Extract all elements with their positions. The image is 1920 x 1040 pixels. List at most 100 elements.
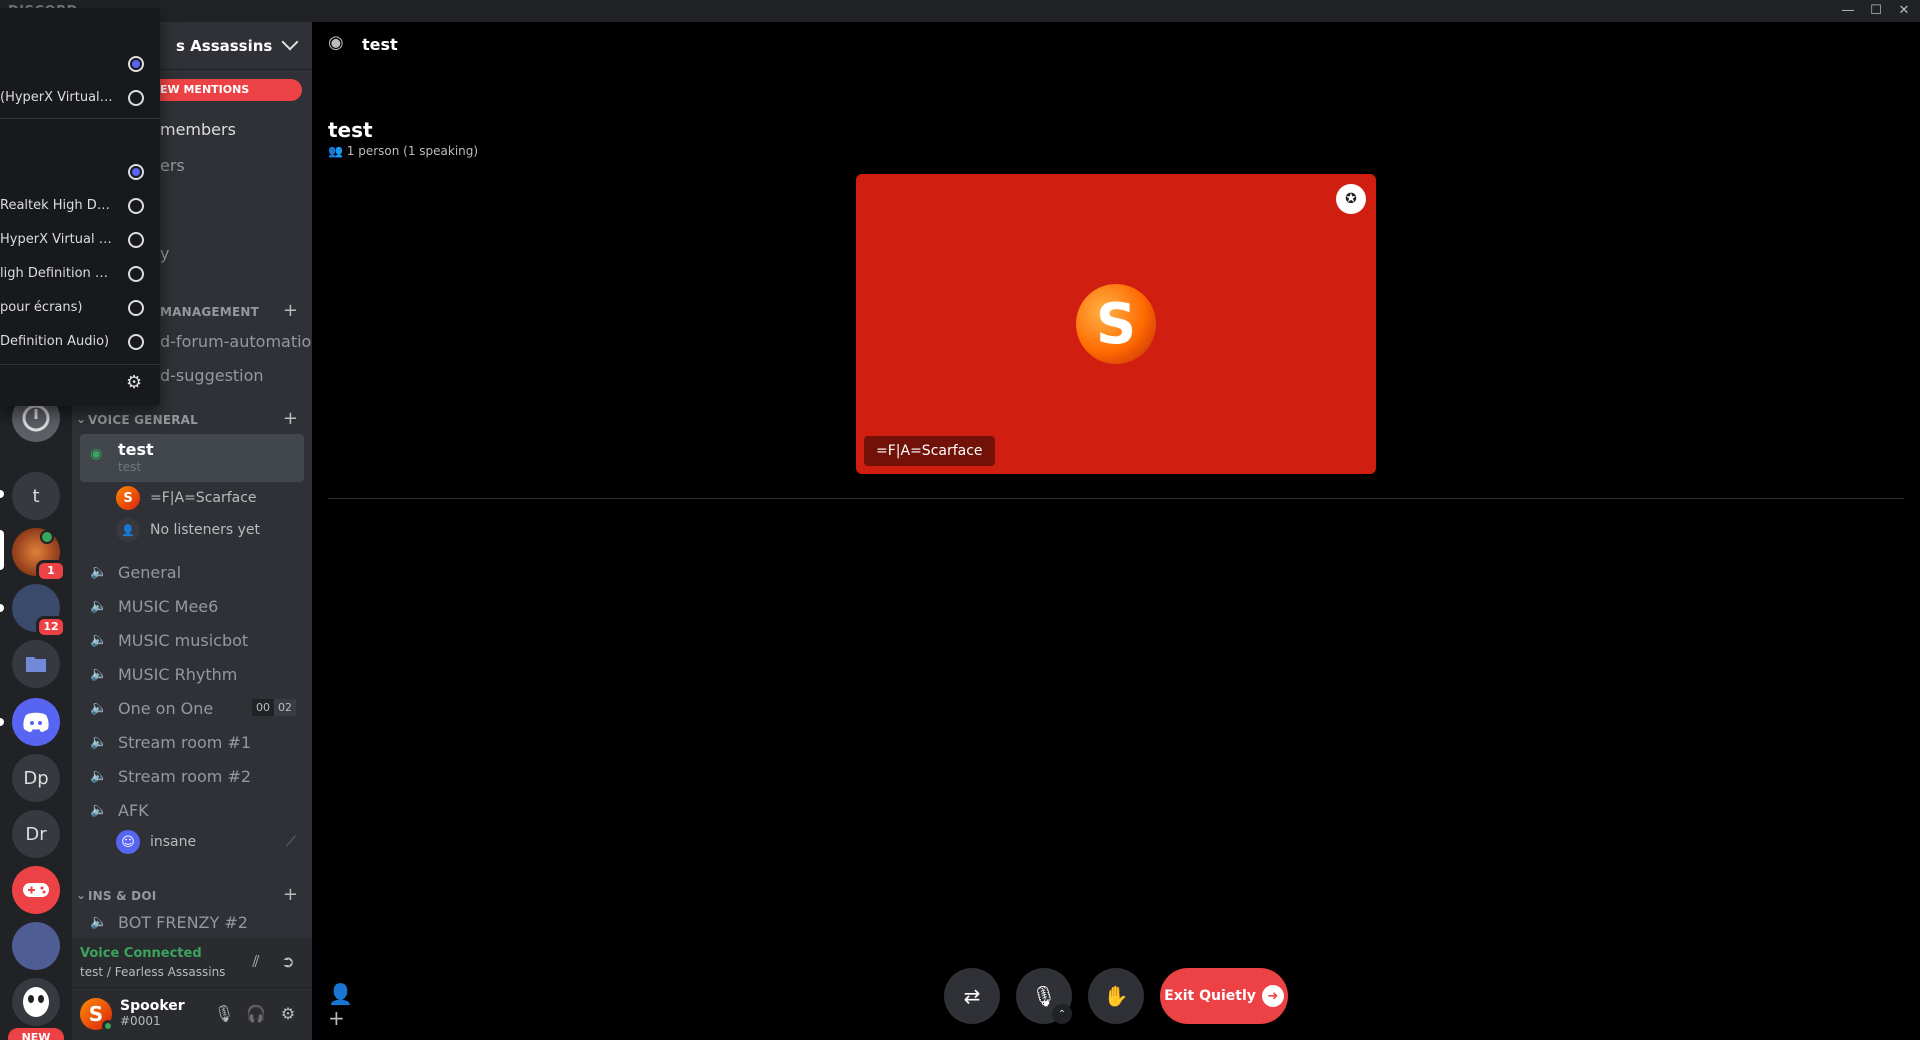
output-device-option[interactable]: Definition Audio) [0, 328, 160, 356]
voice-channel-music-rhythm[interactable]: 🔈 MUSIC Rhythm [80, 658, 304, 690]
channel-name: MUSIC musicbot [118, 630, 249, 650]
microphone-icon: 🎙 [1031, 984, 1057, 1008]
add-channel-icon[interactable]: + [283, 884, 298, 905]
listeners-text: No listeners yet [150, 522, 261, 538]
gamepad-server-icon[interactable] [12, 866, 60, 914]
channel-name: One on One [118, 698, 214, 718]
minimize-button[interactable]: — [1834, 0, 1862, 22]
close-window-button[interactable]: ✕ [1890, 0, 1918, 22]
chevron-up-icon[interactable]: ⌃ [1052, 1004, 1072, 1024]
folder-icon[interactable] [12, 640, 60, 688]
speaker-icon: 🔈 [90, 598, 108, 614]
input-device-option[interactable]: (HyperX Virtual S... [0, 84, 160, 112]
microphone-icon[interactable]: 🎙 [212, 1002, 236, 1026]
move-to-audience-button[interactable]: ⇄ [944, 968, 1000, 1024]
stage-speaker[interactable]: S =F|A=Scarface [116, 484, 257, 512]
title-bar: DISCORD — ☐ ✕ [0, 0, 1920, 22]
voice-channel-general[interactable]: 🔈 General [80, 556, 304, 588]
category-ins-doi[interactable]: INS & DOI [88, 889, 156, 903]
afk-user[interactable]: ☺ insane ⟋ [116, 828, 296, 856]
speaker-name-label: =F|A=Scarface [864, 436, 995, 466]
mention-badge: 12 [36, 616, 66, 638]
output-device-option[interactable]: pour écrans) [0, 294, 160, 322]
noise-suppression-icon[interactable]: ⫽ [244, 950, 268, 974]
add-channel-icon[interactable]: + [283, 408, 298, 429]
online-status-icon [102, 1020, 114, 1032]
output-device-option[interactable]: ligh Definition Au... [0, 260, 160, 288]
maximize-button[interactable]: ☐ [1862, 0, 1890, 22]
channel-name: test [118, 440, 154, 459]
server-icon-t[interactable]: t [12, 472, 60, 520]
server-initials: Dp [23, 767, 49, 789]
participants-count: 1 person (1 speaking) [346, 144, 479, 158]
disconnect-icon[interactable]: ➲ [276, 950, 300, 974]
device-label: (HyperX Virtual S... [0, 90, 116, 105]
radio-unselected [128, 90, 144, 106]
speaker-icon: 🔈 [90, 734, 108, 750]
people-icon: 👥 [328, 144, 347, 158]
voice-location[interactable]: test / Fearless Assassins [80, 965, 225, 979]
gear-icon[interactable]: ⚙ [126, 372, 142, 393]
channel-suggestion[interactable]: d-suggestion [160, 366, 264, 385]
stage-channel-test[interactable]: ◉ test test [80, 434, 304, 482]
device-label: ligh Definition Au... [0, 266, 116, 281]
unread-pill [0, 718, 4, 726]
channel-forum-automation[interactable]: d-forum-automation [160, 332, 321, 351]
speaker-icon: 🔈 [90, 666, 108, 682]
gear-icon[interactable]: ⚙ [276, 1002, 300, 1026]
exit-label: Exit Quietly [1164, 988, 1256, 1004]
chevron-down-icon: ⌄ [76, 888, 87, 902]
radio-unselected [128, 198, 144, 214]
discord-server-icon[interactable] [12, 698, 60, 746]
voice-channel-music-musicbot[interactable]: 🔈 MUSIC musicbot [80, 624, 304, 656]
speaker-icon: 🔈 [90, 700, 108, 716]
stage-divider [328, 498, 1904, 499]
unread-pill [0, 490, 4, 498]
voice-channel-stream-1[interactable]: 🔈 Stream room #1 [80, 726, 304, 758]
voice-channel-bot-frenzy[interactable]: 🔈 BOT FRENZY #2 [80, 906, 304, 938]
voice-status[interactable]: Voice Connected [80, 946, 202, 961]
server-icon-dp[interactable]: Dp [12, 754, 60, 802]
server-icon-mask[interactable] [12, 978, 60, 1026]
server-folder-icon[interactable] [12, 922, 60, 970]
username[interactable]: Spooker [120, 998, 185, 1014]
category-voice-general[interactable]: VOICE GENERAL [88, 413, 198, 427]
category-management[interactable]: MANAGEMENT [160, 305, 259, 319]
selected-pill [0, 530, 4, 570]
output-device-option[interactable] [0, 158, 160, 186]
server-initials: t [32, 485, 40, 507]
radio-unselected [128, 334, 144, 350]
radio-unselected [128, 266, 144, 282]
voice-channel-music-mee6[interactable]: 🔈 MUSIC Mee6 [80, 590, 304, 622]
moderator-badge-icon: ✪ [1336, 184, 1366, 214]
menu-divider [0, 364, 160, 365]
new-badge[interactable]: NEW [8, 1028, 64, 1040]
device-label: Definition Audio) [0, 334, 110, 349]
voice-channel-afk[interactable]: 🔈 AFK [80, 794, 304, 826]
channel-name: BOT FRENZY #2 [118, 912, 248, 932]
user-name: insane [150, 834, 197, 850]
avatar: ☺ [116, 830, 140, 854]
channel-name: MUSIC Rhythm [118, 664, 238, 684]
discord-app: DISCORD — ☐ ✕ t 1 12 Dp Dr NEW s Assassi… [0, 0, 1920, 1040]
headphones-icon[interactable]: 🎧 [244, 1002, 268, 1026]
add-channel-icon[interactable]: + [283, 300, 298, 321]
deafened-icon: ⟋ [286, 834, 296, 850]
server-icon-dr[interactable]: Dr [12, 810, 60, 858]
stage-view: ◉ test test 👥 1 person (1 speaking) S ✪ … [312, 22, 1920, 1040]
voice-channel-one-on-one[interactable]: 🔈 One on One 00 02 [80, 692, 304, 724]
input-device-option[interactable] [0, 50, 160, 78]
output-device-option[interactable]: Realtek High Defin... [0, 192, 160, 220]
speaker-tile[interactable]: S ✪ =F|A=Scarface [856, 174, 1376, 474]
invite-user-icon[interactable]: 👤+ [328, 982, 353, 1030]
folder-glyph-icon [26, 657, 46, 672]
voice-channel-stream-2[interactable]: 🔈 Stream room #2 [80, 760, 304, 792]
output-device-option[interactable]: HyperX Virtual Su... [0, 226, 160, 254]
sidebar-item-partial[interactable]: ers [160, 156, 185, 175]
raise-hand-button[interactable]: ✋ [1088, 968, 1144, 1024]
exit-quietly-button[interactable]: Exit Quietly ➜ [1160, 968, 1288, 1024]
sidebar-item-members[interactable]: members [160, 120, 236, 139]
sidebar-item-partial[interactable]: y [160, 244, 169, 263]
speaker-icon: 🔈 [90, 564, 108, 580]
stage-header: ◉ test [328, 32, 398, 56]
